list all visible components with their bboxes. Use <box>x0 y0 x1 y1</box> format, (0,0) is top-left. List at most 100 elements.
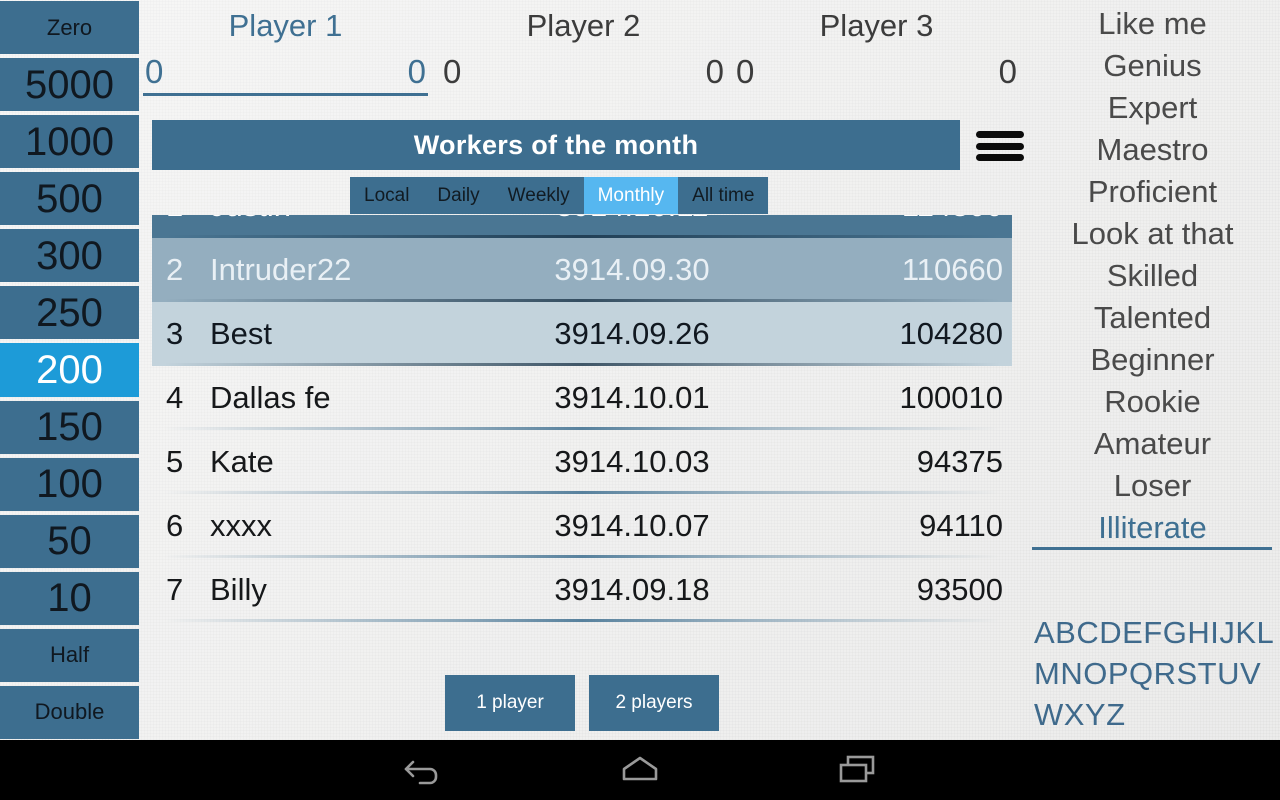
value-button-double[interactable]: Double <box>0 685 139 740</box>
rank-item-rookie[interactable]: Rookie <box>1025 381 1280 423</box>
value-button-label: 250 <box>36 290 103 335</box>
two-players-button[interactable]: 2 players <box>589 675 719 731</box>
rank-item-expert[interactable]: Expert <box>1025 87 1280 129</box>
player-score-row-1: 0 0 <box>139 52 432 96</box>
table-row[interactable]: 6 xxxx 3914.10.07 94110 <box>152 494 1012 558</box>
table-row[interactable]: 4 Dallas fe 3914.10.01 100010 <box>152 366 1012 430</box>
tab-label: Daily <box>437 184 480 206</box>
value-button-300[interactable]: 300 <box>0 229 139 283</box>
player-score-right-2: 0 <box>705 53 724 90</box>
rank-label: Expert <box>1107 90 1198 125</box>
tab-label: All time <box>692 184 755 206</box>
table-row[interactable]: 2 Intruder22 3914.09.30 110660 <box>152 238 1012 302</box>
leaderboard-list-inner: 1 Justin 3914.10.11 114300 2 Intruder22 … <box>152 215 1012 622</box>
row-rank: 2 <box>166 252 184 287</box>
tab-label: Local <box>364 184 410 206</box>
value-button-label: 200 <box>36 348 103 392</box>
one-player-button[interactable]: 1 player <box>445 675 575 731</box>
table-row[interactable]: 3 Best 3914.09.26 104280 <box>152 302 1012 366</box>
hamburger-menu-icon[interactable] <box>976 127 1024 165</box>
tab-local[interactable]: Local <box>350 177 424 214</box>
rank-item-maestro[interactable]: Maestro <box>1025 129 1280 171</box>
value-button-5000[interactable]: 5000 <box>0 58 139 112</box>
row-score: 94375 <box>916 444 1003 479</box>
rank-item-beginner[interactable]: Beginner <box>1025 339 1280 381</box>
rank-label: Beginner <box>1090 342 1215 377</box>
player-score-right-3: 0 <box>998 53 1017 90</box>
player-block-1[interactable]: Player 1 0 0 <box>139 0 432 110</box>
rank-item-loser[interactable]: Loser <box>1025 465 1280 507</box>
tab-daily[interactable]: Daily <box>423 177 494 214</box>
table-row[interactable]: 7 Billy 3914.09.18 93500 <box>152 558 1012 622</box>
row-score: 100010 <box>899 380 1003 415</box>
rank-item-genius[interactable]: Genius <box>1025 45 1280 87</box>
back-icon[interactable] <box>363 740 483 800</box>
value-button-150[interactable]: 150 <box>0 400 139 454</box>
row-divider <box>164 619 1000 622</box>
value-button-label: Double <box>34 699 105 725</box>
button-label: 1 player <box>476 692 544 713</box>
rank-sidebar: Like me Genius Expert Maestro Proficient… <box>1025 0 1280 740</box>
rank-label: Skilled <box>1106 258 1199 293</box>
rank-item-like-me[interactable]: Like me <box>1025 3 1280 45</box>
value-button-label: 150 <box>36 405 103 450</box>
row-name: Dallas fe <box>210 380 331 415</box>
player-block-3[interactable]: Player 3 0 0 <box>730 0 1023 110</box>
rank-item-look-at-that[interactable]: Look at that <box>1025 213 1280 255</box>
hamburger-bar <box>976 154 1024 161</box>
player-name-3: Player 3 <box>819 8 934 43</box>
row-score: 114300 <box>782 215 1012 224</box>
value-button-50[interactable]: 50 <box>0 514 139 568</box>
row-date: 3914.09.26 <box>554 316 710 351</box>
tab-weekly[interactable]: Weekly <box>493 177 584 214</box>
player-block-2[interactable]: Player 2 0 0 <box>437 0 730 110</box>
rank-label: Maestro <box>1096 132 1209 167</box>
period-tabs: Local Daily Weekly Monthly All time <box>350 177 769 214</box>
player-score-right-1: 0 <box>407 53 426 90</box>
player-score-left-3: 0 <box>736 53 755 90</box>
home-icon[interactable] <box>580 740 700 800</box>
rank-item-skilled[interactable]: Skilled <box>1025 255 1280 297</box>
row-rank: 1 <box>152 215 210 224</box>
alphabet-keys[interactable]: ABCDEFGHIJKLMNOPQRSTUVWXYZ <box>1034 612 1280 735</box>
value-button-label: 500 <box>36 176 103 221</box>
tab-monthly-selected[interactable]: Monthly <box>583 177 679 214</box>
recent-apps-icon[interactable] <box>797 740 917 800</box>
row-score: 104280 <box>899 316 1003 351</box>
rank-item-amateur[interactable]: Amateur <box>1025 423 1280 465</box>
players-header: Player 1 0 0 Player 2 0 0 Player 3 0 0 <box>139 0 1025 110</box>
row-date: 3914.10.11 <box>482 215 782 224</box>
rank-item-talented[interactable]: Talented <box>1025 297 1280 339</box>
value-button-zero[interactable]: Zero <box>0 1 139 55</box>
value-button-250[interactable]: 250 <box>0 286 139 340</box>
value-button-half[interactable]: Half <box>0 628 139 682</box>
row-rank: 5 <box>166 444 184 479</box>
row-name: Best <box>210 316 273 351</box>
value-button-label: 5000 <box>25 62 114 107</box>
tab-label: Weekly <box>507 184 570 206</box>
rank-label: Rookie <box>1104 384 1201 419</box>
value-button-label: 1000 <box>25 119 114 164</box>
rank-selected-underline <box>1032 547 1272 550</box>
hamburger-bar <box>976 142 1024 150</box>
value-button-500[interactable]: 500 <box>0 172 139 226</box>
rank-item-illiterate-selected[interactable]: Illiterate <box>1025 507 1280 549</box>
rank-item-proficient[interactable]: Proficient <box>1025 171 1280 213</box>
row-date: 3914.10.01 <box>554 380 710 415</box>
leaderboard-list[interactable]: 1 Justin 3914.10.11 114300 2 Intruder22 … <box>152 215 1012 651</box>
player-score-left-2: 0 <box>443 53 462 90</box>
android-navigation-bar <box>0 740 1280 800</box>
rank-label: Loser <box>1113 468 1192 503</box>
table-row[interactable]: 5 Kate 3914.10.03 94375 <box>152 430 1012 494</box>
player-name-1: Player 1 <box>228 8 343 43</box>
value-button-1000[interactable]: 1000 <box>0 115 139 169</box>
value-button-10[interactable]: 10 <box>0 571 139 625</box>
hamburger-bar <box>976 131 1024 138</box>
row-date: 3914.09.30 <box>554 252 710 287</box>
value-button-100[interactable]: 100 <box>0 457 139 511</box>
tab-all-time[interactable]: All time <box>678 177 769 214</box>
row-name: xxxx <box>210 508 272 543</box>
tab-label: Monthly <box>597 184 665 206</box>
value-button-200-selected[interactable]: 200 <box>0 343 139 397</box>
table-row[interactable]: 1 Justin 3914.10.11 114300 <box>152 215 1012 238</box>
